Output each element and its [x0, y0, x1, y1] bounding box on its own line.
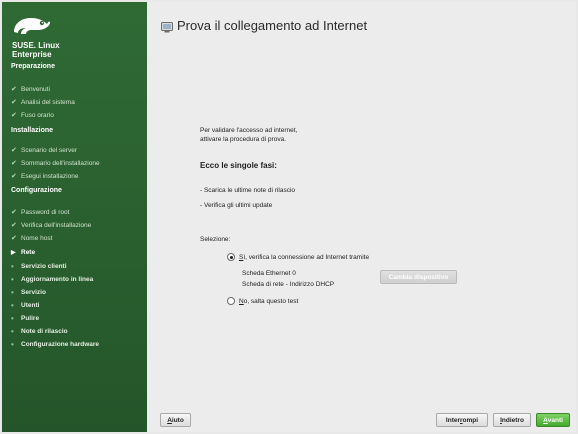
check-icon: ✔	[11, 86, 17, 93]
sidebar-item-cleanup: • Pulire	[11, 313, 40, 323]
device-address: Scheda di rete - Indirizzo DHCP	[242, 281, 335, 288]
check-icon: ✔	[11, 147, 17, 154]
intro-text: Per validare l'accesso ad internet, atti…	[200, 127, 298, 143]
check-icon: ✔	[11, 235, 17, 242]
bullet-icon: •	[11, 287, 14, 297]
bullet-icon: •	[11, 261, 14, 271]
radio-option-no[interactable]: No, salta questo test	[227, 297, 298, 305]
device-name: Scheda Ethernet 0	[242, 270, 296, 277]
sidebar-item-system-analysis: ✔ Analisi del sistema	[11, 98, 75, 107]
bullet-icon: •	[11, 300, 14, 310]
selection-label: Selezione:	[200, 236, 231, 243]
back-button[interactable]: Indietro	[493, 413, 531, 427]
radio-button-selected[interactable]	[227, 253, 235, 261]
section-title-preparation: Preparazione	[11, 63, 55, 70]
bullet-icon: •	[11, 326, 14, 336]
section-title-installation: Installazione	[11, 127, 54, 134]
sidebar-item-server-scenario: ✔ Scenario del server	[11, 146, 77, 155]
sidebar-item-network: ▶ Rete	[11, 248, 36, 256]
abort-button[interactable]: Inter r ompi	[436, 413, 488, 427]
sidebar-item-installation-summary: ✔ Sommario dell'installazione	[11, 159, 100, 168]
brand-name: SUSE. Linux Enterprise	[12, 41, 60, 59]
check-icon: ✔	[11, 112, 17, 119]
suse-chameleon-logo-icon	[14, 18, 50, 34]
sidebar-item-perform-installation: ✔ Esegui installazione	[11, 172, 79, 181]
check-icon: ✔	[11, 173, 17, 180]
sidebar: SUSE. Linux Enterprise Preparazione ✔ Ben…	[2, 2, 147, 432]
radio-button-unselected[interactable]	[227, 297, 235, 305]
sidebar-item-users: • Utenti	[11, 300, 40, 310]
sidebar-item-time-zone: ✔ Fuso orario	[11, 111, 54, 120]
arrow-right-icon: ▶	[11, 249, 16, 256]
section-title-configuration: Configurazione	[11, 187, 62, 194]
next-button[interactable]: Avanti	[536, 413, 570, 427]
radio-yes-label: Sì, verifica la connessione ad Internet …	[239, 253, 370, 261]
bullet-icon: •	[11, 274, 14, 284]
bullet-icon: •	[11, 339, 14, 349]
sidebar-item-hardware-configuration: • Configurazione hardware	[11, 339, 100, 349]
sidebar-item-installation-check: ✔ Verifica dell'installazione	[11, 221, 92, 230]
sidebar-item-root-password: ✔ Password di root	[11, 208, 70, 217]
check-icon: ✔	[11, 222, 17, 229]
radio-no-label: No, salta questo test	[239, 297, 299, 305]
help-button[interactable]: Aiuto	[160, 413, 191, 427]
sidebar-item-release-notes: • Note di rilascio	[11, 326, 68, 336]
change-device-button[interactable]: Cambia dispositivo	[380, 270, 457, 284]
check-icon: ✔	[11, 209, 17, 216]
page-title: Prova il collegamento ad Internet	[177, 18, 368, 33]
step-item: - Verifica gli ultimi update	[200, 202, 273, 209]
sidebar-item-service: • Servizio	[11, 287, 46, 297]
main-panel: Prova il collegamento ad Internet Per va…	[147, 2, 576, 432]
bullet-icon: •	[11, 313, 14, 323]
sidebar-item-welcome: ✔ Benvenuti	[11, 85, 50, 94]
step-item: - Scarica le ultime note di rilascio	[200, 187, 296, 194]
network-test-icon	[161, 22, 173, 33]
check-icon: ✔	[11, 160, 17, 167]
steps-heading: Ecco le singole fasi:	[200, 161, 277, 170]
sidebar-item-customer-center: • Servizio clienti	[11, 261, 67, 271]
sidebar-item-online-update: • Aggiornamento in linea	[11, 274, 94, 284]
check-icon: ✔	[11, 99, 17, 106]
sidebar-item-hostname: ✔ Nome host	[11, 234, 53, 243]
radio-option-yes[interactable]: Sì, verifica la connessione ad Internet …	[227, 253, 369, 261]
